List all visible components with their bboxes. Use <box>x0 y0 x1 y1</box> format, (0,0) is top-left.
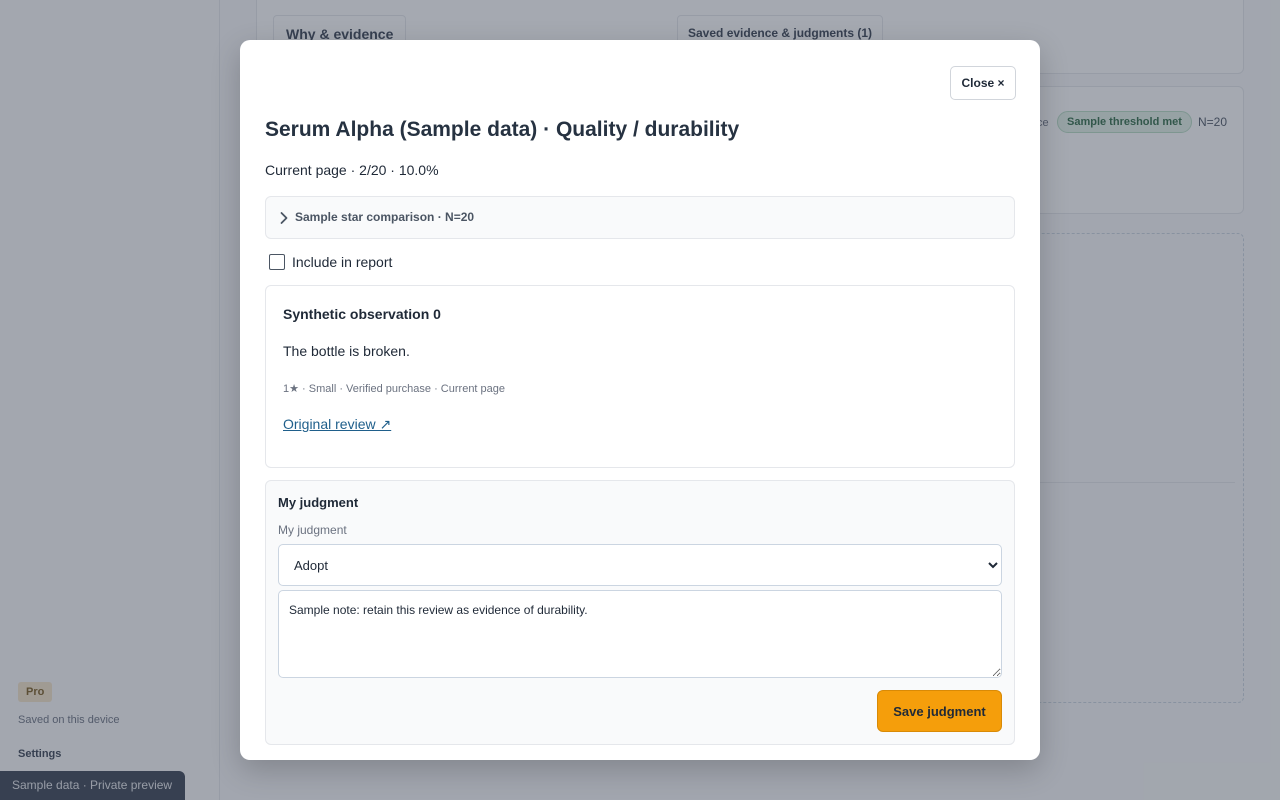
review-modal: Close × Serum Alpha (Sample data) · Qual… <box>240 40 1040 760</box>
close-button[interactable]: Close × <box>950 66 1016 100</box>
judgment-label: My judgment <box>278 523 347 537</box>
include-in-report-row[interactable]: Include in report <box>269 253 392 271</box>
page-info: Current page · 2/20 · 10.0% <box>265 162 439 178</box>
judgment-card: My judgment My judgment Adopt Sample not… <box>265 480 1015 745</box>
original-review-link[interactable]: Original review ↗ <box>283 416 391 433</box>
observation-meta: 1★ · Small · Verified purchase · Current… <box>283 383 506 395</box>
save-judgment-button[interactable]: Save judgment <box>877 690 1002 732</box>
observation-text: The bottle is broken. <box>283 343 410 359</box>
star-comparison-label: Sample star comparison · N=20 <box>295 210 475 224</box>
judgment-select[interactable]: Adopt <box>278 544 1002 586</box>
judgment-note-input[interactable]: Sample note: retain this review as evide… <box>278 590 1002 678</box>
chevron-right-icon <box>280 212 288 224</box>
observation-card: Synthetic observation 0 The bottle is br… <box>265 285 1015 468</box>
observation-title: Synthetic observation 0 <box>283 306 441 322</box>
include-label: Include in report <box>292 254 393 270</box>
modal-title: Serum Alpha (Sample data) · Quality / du… <box>265 118 740 141</box>
judgment-title: My judgment <box>278 495 359 510</box>
include-checkbox[interactable] <box>269 254 285 270</box>
star-comparison-toggle[interactable]: Sample star comparison · N=20 <box>265 196 1015 239</box>
